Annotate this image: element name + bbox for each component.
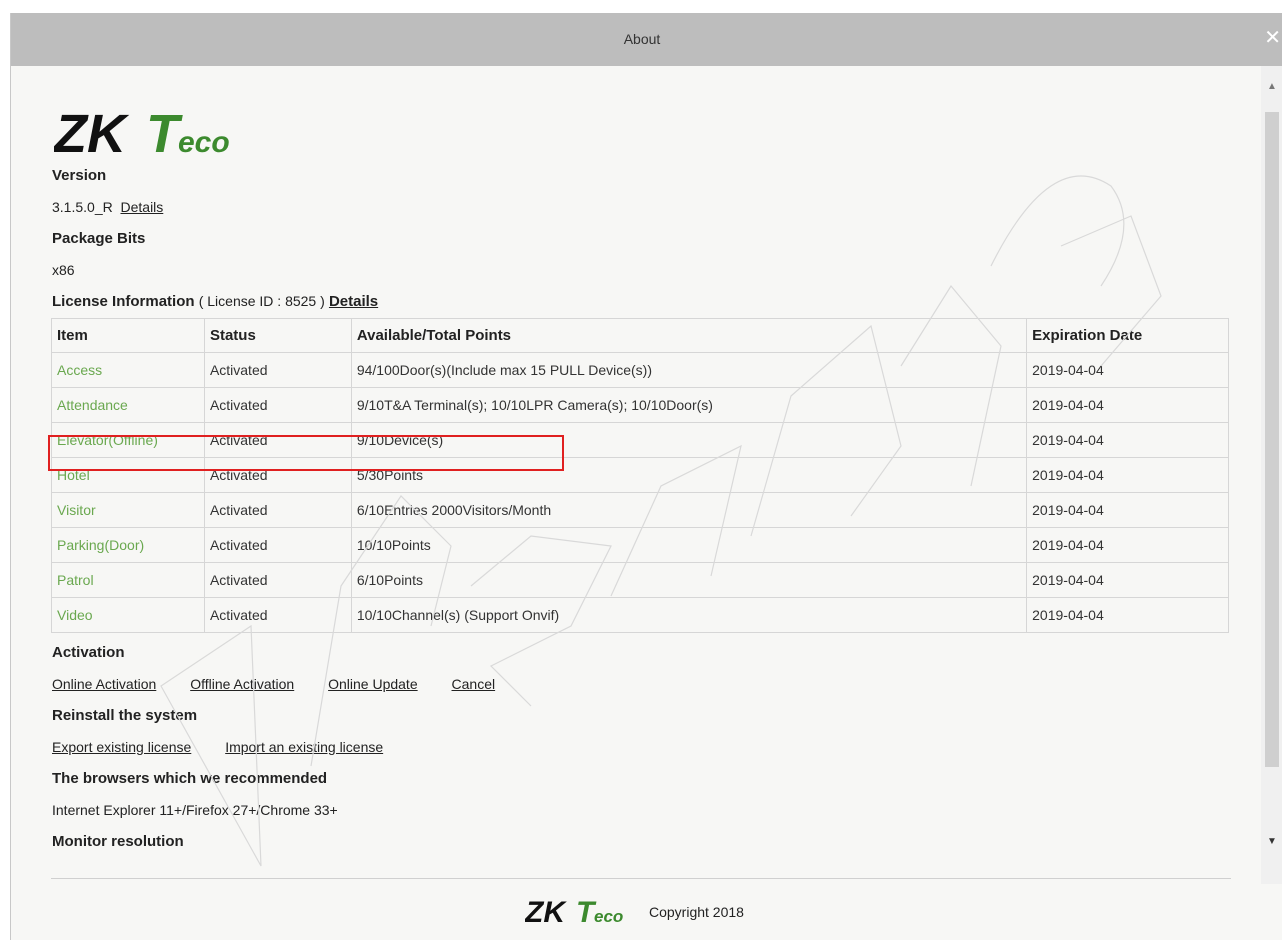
col-points: Available/Total Points bbox=[350, 318, 1028, 353]
footer-logo-zk: ZK bbox=[525, 896, 567, 928]
row-item[interactable]: Access bbox=[51, 352, 205, 388]
activation-heading: Activation bbox=[52, 644, 125, 661]
row-expiration: 2019-04-04 bbox=[1026, 422, 1229, 458]
table-row: Attendance Activated 9/10T&A Terminal(s)… bbox=[51, 387, 1229, 423]
row-expiration: 2019-04-04 bbox=[1026, 597, 1229, 633]
browsers-value: Internet Explorer 11+/Firefox 27+/Chrome… bbox=[52, 802, 338, 818]
row-item[interactable]: Elevator(Offline) bbox=[51, 422, 205, 458]
license-id: ( License ID : 8525 ) bbox=[198, 293, 325, 309]
table-row: Elevator(Offline) Activated 9/10Device(s… bbox=[51, 422, 1229, 458]
package-bits-value: x86 bbox=[52, 262, 75, 278]
row-points: 5/30Points bbox=[350, 457, 1028, 493]
col-status: Status bbox=[203, 318, 352, 353]
scroll-up-icon[interactable]: ▲ bbox=[1265, 81, 1279, 97]
dialog-content: ZK T eco Version 3.1.5.0_R Details Packa… bbox=[11, 66, 1261, 940]
about-dialog: About ✕ ZK T eco Version 3.1.5.0_R Detai… bbox=[10, 13, 1282, 940]
row-status: Activated bbox=[203, 422, 352, 458]
cancel-link[interactable]: Cancel bbox=[452, 676, 496, 692]
footer-copyright: Copyright 2018 bbox=[649, 904, 744, 920]
scroll-down-icon[interactable]: ▼ bbox=[1265, 836, 1279, 852]
monitor-heading: Monitor resolution bbox=[52, 833, 184, 850]
version-heading: Version bbox=[52, 167, 107, 184]
row-status: Activated bbox=[203, 597, 352, 633]
row-expiration: 2019-04-04 bbox=[1026, 352, 1229, 388]
close-icon[interactable]: ✕ bbox=[1264, 26, 1281, 50]
footer-logo-eco: eco bbox=[594, 907, 623, 926]
offline-activation-link[interactable]: Offline Activation bbox=[190, 676, 294, 692]
license-details-link[interactable]: Details bbox=[329, 293, 378, 310]
online-update-link[interactable]: Online Update bbox=[328, 676, 418, 692]
row-expiration: 2019-04-04 bbox=[1026, 492, 1229, 528]
browsers-heading: The browsers which we recommended bbox=[52, 770, 328, 787]
table-row: Patrol Activated 6/10Points 2019-04-04 bbox=[51, 562, 1229, 598]
col-item: Item bbox=[51, 318, 205, 353]
row-expiration: 2019-04-04 bbox=[1026, 387, 1229, 423]
license-table: Item Status Available/Total Points Expir… bbox=[51, 318, 1229, 633]
table-row: Hotel Activated 5/30Points 2019-04-04 bbox=[51, 457, 1229, 493]
dialog-title: About bbox=[623, 31, 661, 47]
scrollbar-thumb[interactable] bbox=[1265, 112, 1279, 767]
version-row: 3.1.5.0_R Details bbox=[52, 199, 163, 215]
row-item[interactable]: Video bbox=[51, 597, 205, 633]
table-row: Access Activated 94/100Door(s)(Include m… bbox=[51, 352, 1229, 388]
footer-divider bbox=[51, 878, 1231, 879]
license-heading: License Information bbox=[52, 293, 195, 310]
row-points: 6/10Entries 2000Visitors/Month bbox=[350, 492, 1028, 528]
row-item[interactable]: Hotel bbox=[51, 457, 205, 493]
logo-zk-text: ZK bbox=[54, 104, 130, 162]
table-row: Visitor Activated 6/10Entries 2000Visito… bbox=[51, 492, 1229, 528]
row-points: 10/10Channel(s) (Support Onvif) bbox=[350, 597, 1028, 633]
row-item[interactable]: Patrol bbox=[51, 562, 205, 598]
table-row: Parking(Door) Activated 10/10Points 2019… bbox=[51, 527, 1229, 563]
row-status: Activated bbox=[203, 492, 352, 528]
row-expiration: 2019-04-04 bbox=[1026, 562, 1229, 598]
row-status: Activated bbox=[203, 457, 352, 493]
online-activation-link[interactable]: Online Activation bbox=[52, 676, 156, 692]
version-value: 3.1.5.0_R bbox=[52, 199, 113, 215]
row-expiration: 2019-04-04 bbox=[1026, 527, 1229, 563]
row-status: Activated bbox=[203, 352, 352, 388]
reinstall-links: Export existing license Import an existi… bbox=[52, 739, 383, 755]
row-status: Activated bbox=[203, 562, 352, 598]
row-points: 94/100Door(s)(Include max 15 PULL Device… bbox=[350, 352, 1028, 388]
row-points: 9/10Device(s) bbox=[350, 422, 1028, 458]
row-expiration: 2019-04-04 bbox=[1026, 457, 1229, 493]
zkteco-logo: ZK T eco bbox=[54, 104, 230, 162]
dialog-titlebar: About ✕ bbox=[11, 13, 1282, 66]
row-status: Activated bbox=[203, 387, 352, 423]
package-bits-heading: Package Bits bbox=[52, 230, 146, 247]
row-status: Activated bbox=[203, 527, 352, 563]
row-points: 6/10Points bbox=[350, 562, 1028, 598]
import-license-link[interactable]: Import an existing license bbox=[225, 739, 383, 755]
logo-eco-text: eco bbox=[178, 126, 230, 159]
activation-links: Online Activation Offline Activation Onl… bbox=[52, 676, 495, 692]
row-item[interactable]: Attendance bbox=[51, 387, 205, 423]
license-heading-row: License Information ( License ID : 8525 … bbox=[52, 293, 378, 310]
col-expiration: Expiration Date bbox=[1026, 318, 1229, 353]
row-points: 9/10T&A Terminal(s); 10/10LPR Camera(s);… bbox=[350, 387, 1028, 423]
export-license-link[interactable]: Export existing license bbox=[52, 739, 191, 755]
row-points: 10/10Points bbox=[350, 527, 1028, 563]
table-row: Video Activated 10/10Channel(s) (Support… bbox=[51, 597, 1229, 633]
footer-logo: ZK T eco bbox=[525, 896, 623, 928]
reinstall-heading: Reinstall the system bbox=[52, 707, 198, 724]
row-item[interactable]: Parking(Door) bbox=[51, 527, 205, 563]
license-table-header: Item Status Available/Total Points Expir… bbox=[51, 318, 1229, 353]
row-item[interactable]: Visitor bbox=[51, 492, 205, 528]
version-details-link[interactable]: Details bbox=[121, 199, 164, 215]
